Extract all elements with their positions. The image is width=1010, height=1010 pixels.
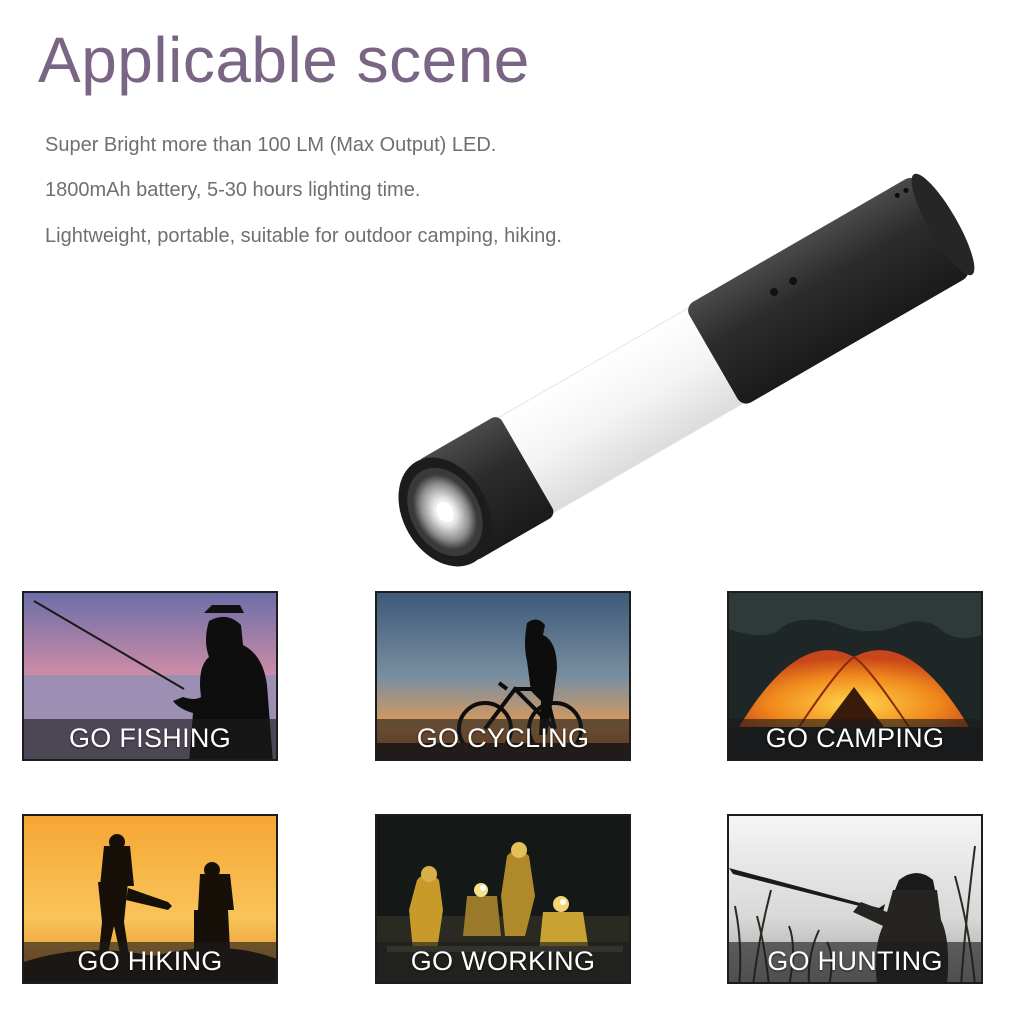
scene-tile-fishing: GO FISHING xyxy=(22,591,278,761)
scene-label-camping: GO CAMPING xyxy=(765,723,945,754)
scene-label-fishing: GO FISHING xyxy=(68,723,231,754)
flashlight-image xyxy=(398,173,975,567)
scene-tile-hunting: GO HUNTING xyxy=(727,814,983,984)
scene-tile-working: GO WORKING xyxy=(375,814,631,984)
scene-label-hiking: GO HIKING xyxy=(77,946,223,977)
scene-label-cycling: GO CYCLING xyxy=(416,723,590,754)
scene-label-working: GO WORKING xyxy=(410,946,596,977)
scene-label-hunting: GO HUNTING xyxy=(767,946,943,977)
scene-tile-cycling: GO CYCLING xyxy=(375,591,631,761)
scene-tile-camping: GO CAMPING xyxy=(727,591,983,761)
scene-tile-hiking: GO HIKING xyxy=(22,814,278,984)
product-image-area xyxy=(0,0,1010,600)
